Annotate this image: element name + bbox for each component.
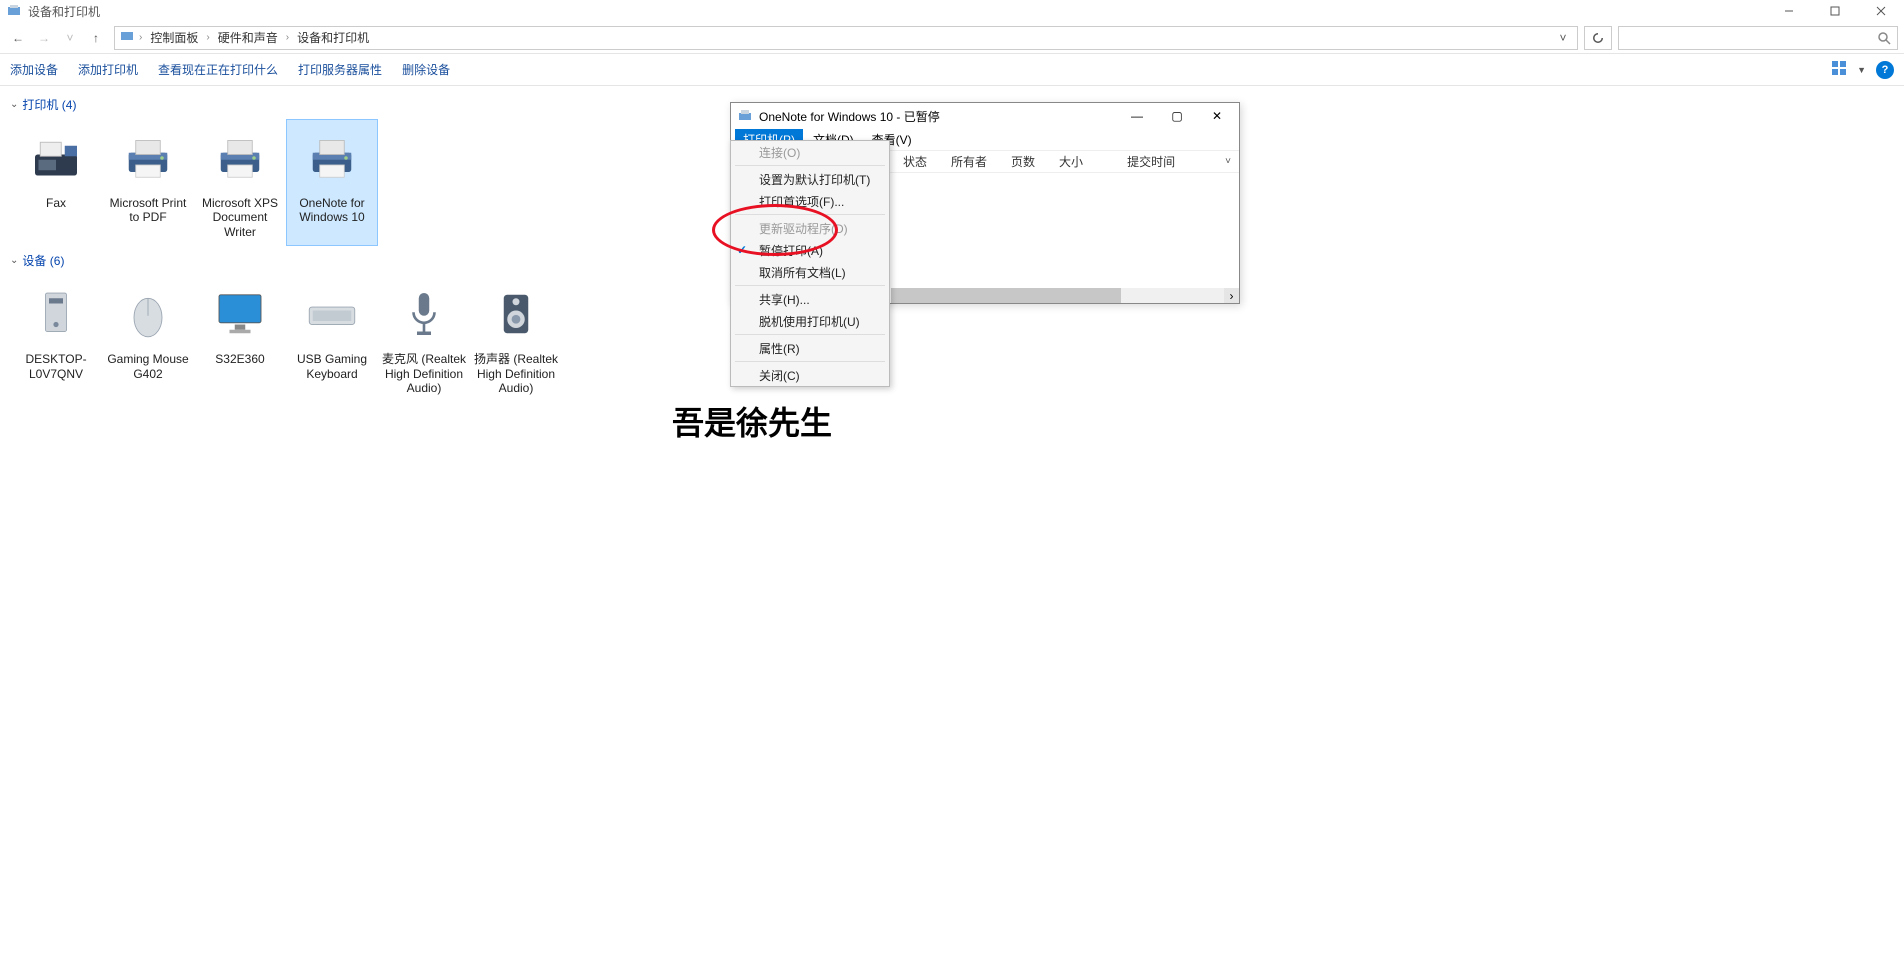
view-options-button[interactable] <box>1831 60 1847 79</box>
menu-pause-printing[interactable]: ✓暂停打印(A) <box>731 239 889 261</box>
recent-dropdown[interactable]: ˅ <box>58 26 82 50</box>
device-item[interactable]: S32E360 <box>194 275 286 402</box>
device-label: USB Gaming Keyboard <box>289 352 375 381</box>
printer-item[interactable]: Microsoft XPS Document Writer <box>194 119 286 246</box>
breadcrumb-item-2[interactable]: 设备和打印机 <box>293 29 373 46</box>
device-icon <box>392 282 456 346</box>
address-bar: ← → ˅ ↑ › 控制面板 › 硬件和声音 › 设备和打印机 ˅ <box>0 22 1904 54</box>
forward-button[interactable]: → <box>32 26 56 50</box>
printer-icon <box>737 108 753 124</box>
col-owner[interactable]: 所有者 <box>939 153 999 170</box>
menu-separator <box>735 361 885 362</box>
device-label: Microsoft Print to PDF <box>105 196 191 225</box>
col-submitted[interactable]: 提交时间 <box>1115 153 1187 170</box>
col-pages[interactable]: 页数 <box>999 153 1047 170</box>
device-label: 扬声器 (Realtek High Definition Audio) <box>473 352 559 395</box>
menu-sharing[interactable]: 共享(H)... <box>731 288 889 310</box>
menu-printing-prefs[interactable]: 打印首选项(F)... <box>731 190 889 212</box>
toolbar-print-server-props[interactable]: 打印服务器属性 <box>298 61 382 78</box>
window-titlebar: 设备和打印机 <box>0 0 1904 22</box>
subwindow-title: OneNote for Windows 10 - 已暂停 <box>759 108 940 125</box>
printer-item[interactable]: Microsoft Print to PDF <box>102 119 194 246</box>
back-button[interactable]: ← <box>6 26 30 50</box>
device-icon <box>300 282 364 346</box>
close-button[interactable] <box>1858 0 1904 22</box>
device-label: OneNote for Windows 10 <box>289 196 375 225</box>
app-icon <box>6 3 22 19</box>
printer-icon <box>116 126 180 190</box>
breadcrumb-sep: › <box>286 32 289 43</box>
window-title: 设备和打印机 <box>28 3 100 20</box>
address-dropdown[interactable]: ˅ <box>1553 31 1573 45</box>
breadcrumb-root-icon <box>119 28 135 47</box>
device-item[interactable]: Gaming Mouse G402 <box>102 275 194 402</box>
horizontal-scrollbar[interactable]: › <box>891 288 1239 303</box>
device-label: S32E360 <box>215 352 264 366</box>
device-label: DESKTOP-L0V7QNV <box>13 352 99 381</box>
menu-properties[interactable]: 属性(R) <box>731 337 889 359</box>
device-icon <box>208 282 272 346</box>
up-button[interactable]: ↑ <box>84 26 108 50</box>
subwin-close[interactable]: ✕ <box>1207 109 1227 123</box>
menu-close[interactable]: 关闭(C) <box>731 364 889 386</box>
menu-separator <box>735 334 885 335</box>
col-status[interactable]: 状态 <box>891 153 939 170</box>
check-icon: ✓ <box>737 243 747 257</box>
toolbar-see-printing[interactable]: 查看现在正在打印什么 <box>158 61 278 78</box>
refresh-button[interactable] <box>1584 26 1612 50</box>
device-icon <box>484 282 548 346</box>
columns-overflow-chevron[interactable]: ˅ <box>1225 156 1239 167</box>
breadcrumb[interactable]: › 控制面板 › 硬件和声音 › 设备和打印机 ˅ <box>114 26 1578 50</box>
toolbar-add-device[interactable]: 添加设备 <box>10 61 58 78</box>
help-button[interactable]: ? <box>1876 61 1894 79</box>
search-input[interactable] <box>1618 26 1898 50</box>
subwin-maximize[interactable]: ▢ <box>1167 109 1187 123</box>
printer-menu-dropdown: 连接(O) 设置为默认打印机(T) 打印首选项(F)... 更新驱动程序(D) … <box>730 140 890 387</box>
menu-use-offline[interactable]: 脱机使用打印机(U) <box>731 310 889 332</box>
subwin-minimize[interactable]: — <box>1127 109 1147 123</box>
toolbar-remove-device[interactable]: 删除设备 <box>402 61 450 78</box>
menu-connect[interactable]: 连接(O) <box>731 141 889 163</box>
printer-icon <box>24 126 88 190</box>
printer-item[interactable]: Fax <box>10 119 102 246</box>
col-size[interactable]: 大小 <box>1047 153 1095 170</box>
toolbar-add-printer[interactable]: 添加打印机 <box>78 61 138 78</box>
device-item[interactable]: 麦克风 (Realtek High Definition Audio) <box>378 275 470 402</box>
menu-set-default[interactable]: 设置为默认打印机(T) <box>731 168 889 190</box>
command-toolbar: 添加设备 添加打印机 查看现在正在打印什么 打印服务器属性 删除设备 ▼ ? <box>0 54 1904 86</box>
printer-item[interactable]: OneNote for Windows 10 <box>286 119 378 246</box>
group-label: 打印机 (4) <box>22 96 76 113</box>
menu-separator <box>735 214 885 215</box>
menu-separator <box>735 165 885 166</box>
breadcrumb-sep: › <box>206 32 209 43</box>
device-label: Microsoft XPS Document Writer <box>197 196 283 239</box>
chevron-down-icon: ⌄ <box>10 99 18 110</box>
subwindow-titlebar[interactable]: OneNote for Windows 10 - 已暂停 — ▢ ✕ <box>731 103 1239 129</box>
menu-separator <box>735 285 885 286</box>
breadcrumb-item-1[interactable]: 硬件和声音 <box>214 29 282 46</box>
device-label: 麦克风 (Realtek High Definition Audio) <box>381 352 467 395</box>
device-icon <box>24 282 88 346</box>
device-label: Gaming Mouse G402 <box>105 352 191 381</box>
view-dropdown-chevron[interactable]: ▼ <box>1857 65 1866 75</box>
group-label: 设备 (6) <box>22 252 64 269</box>
search-icon <box>1877 31 1891 45</box>
breadcrumb-item-0[interactable]: 控制面板 <box>146 29 202 46</box>
minimize-button[interactable] <box>1766 0 1812 22</box>
menu-cancel-all[interactable]: 取消所有文档(L) <box>731 261 889 283</box>
printer-icon <box>300 126 364 190</box>
breadcrumb-sep: › <box>139 32 142 43</box>
scrollbar-thumb[interactable] <box>891 288 1121 303</box>
menu-update-driver[interactable]: 更新驱动程序(D) <box>731 217 889 239</box>
scroll-right-arrow[interactable]: › <box>1224 288 1239 303</box>
watermark-text: 吾是徐先生 <box>672 398 832 444</box>
device-label: Fax <box>46 196 66 210</box>
device-icon <box>116 282 180 346</box>
device-item[interactable]: 扬声器 (Realtek High Definition Audio) <box>470 275 562 402</box>
printer-icon <box>208 126 272 190</box>
device-item[interactable]: USB Gaming Keyboard <box>286 275 378 402</box>
chevron-down-icon: ⌄ <box>10 255 18 266</box>
maximize-button[interactable] <box>1812 0 1858 22</box>
device-item[interactable]: DESKTOP-L0V7QNV <box>10 275 102 402</box>
